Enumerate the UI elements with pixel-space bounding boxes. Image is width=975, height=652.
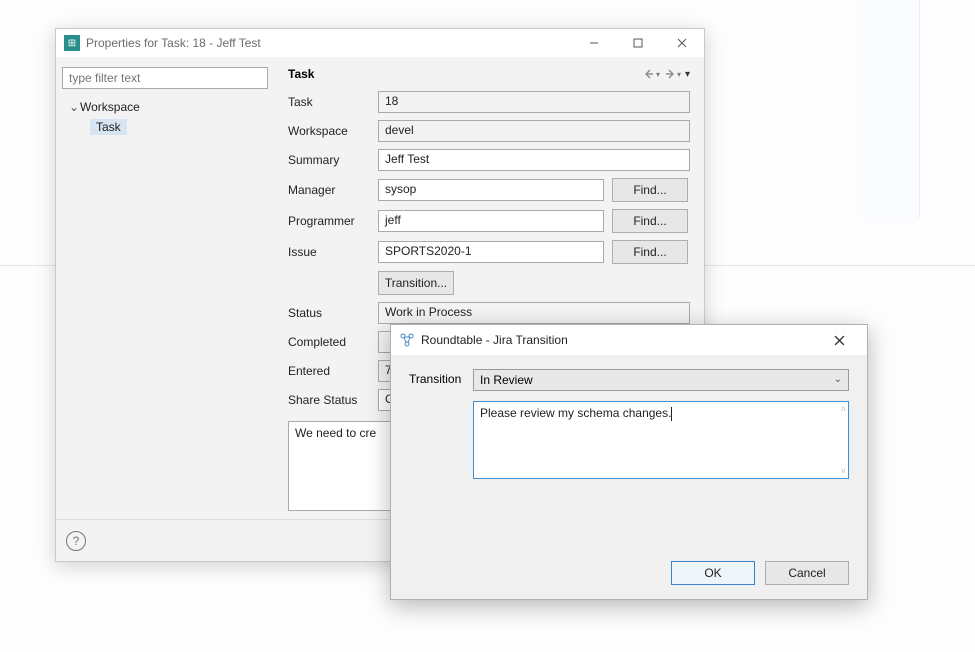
summary-field[interactable]: Jeff Test — [378, 149, 690, 171]
chevron-down-icon: ⌄ — [834, 374, 842, 385]
manager-label: Manager — [288, 183, 370, 197]
programmer-field[interactable]: jeff — [378, 210, 604, 232]
tree-item-workspace[interactable]: ⌄ Workspace — [62, 97, 268, 117]
workspace-label: Workspace — [288, 124, 370, 138]
find-manager-button[interactable]: Find... — [612, 178, 688, 202]
transition-button[interactable]: Transition... — [378, 271, 454, 295]
transition-close-button[interactable] — [819, 326, 859, 354]
tree-label: Workspace — [80, 100, 140, 114]
status-field: Work in Process — [378, 302, 690, 324]
background-panel — [860, 0, 920, 220]
sidebar: ⌄ Workspace Task — [56, 57, 274, 519]
workspace-field: devel — [378, 120, 690, 142]
transition-comment-textarea[interactable]: Please review my schema changes. ˄ ˅ — [473, 401, 849, 479]
close-button[interactable] — [660, 29, 704, 57]
scroll-up-icon[interactable]: ˄ — [841, 404, 846, 414]
menu-dropdown-icon[interactable]: ▾ — [685, 69, 690, 80]
transition-comment-value: Please review my schema changes. — [480, 406, 671, 420]
share-status-label: Share Status — [288, 393, 370, 407]
nav-tree: ⌄ Workspace Task — [62, 97, 268, 137]
scroll-down-icon[interactable]: ˅ — [841, 466, 846, 476]
issue-label: Issue — [288, 245, 370, 259]
filter-input[interactable] — [62, 67, 268, 89]
cancel-button[interactable]: Cancel — [765, 561, 849, 585]
task-field: 18 — [378, 91, 690, 113]
section-title: Task — [288, 67, 643, 81]
transition-title: Roundtable - Jira Transition — [421, 333, 819, 347]
properties-title: Properties for Task: 18 - Jeff Test — [86, 36, 572, 50]
tree-label: Task — [90, 119, 127, 135]
programmer-label: Programmer — [288, 214, 370, 228]
ok-button[interactable]: OK — [671, 561, 755, 585]
back-button[interactable]: ▾ — [643, 68, 660, 80]
summary-label: Summary — [288, 153, 370, 167]
completed-label: Completed — [288, 335, 370, 349]
transition-footer: OK Cancel — [671, 561, 849, 585]
entered-label: Entered — [288, 364, 370, 378]
chevron-down-icon: ⌄ — [68, 100, 80, 114]
window-buttons — [572, 29, 704, 57]
text-caret — [671, 407, 672, 421]
find-issue-button[interactable]: Find... — [612, 240, 688, 264]
transition-titlebar: Roundtable - Jira Transition — [391, 325, 867, 355]
properties-titlebar: ⊞ Properties for Task: 18 - Jeff Test — [56, 29, 704, 57]
task-label: Task — [288, 95, 370, 109]
nav-history: ▾ ▾ ▾ — [643, 68, 690, 80]
maximize-button[interactable] — [616, 29, 660, 57]
forward-button[interactable]: ▾ — [664, 68, 681, 80]
transition-combo[interactable]: In Review ⌄ — [473, 369, 849, 391]
app-icon: ⊞ — [64, 35, 80, 51]
transition-combo-value: In Review — [480, 373, 533, 387]
help-icon[interactable]: ? — [66, 531, 86, 551]
transition-dialog: Roundtable - Jira Transition Transition … — [390, 324, 868, 600]
manager-field[interactable]: sysop — [378, 179, 604, 201]
transition-combo-label: Transition — [409, 369, 463, 386]
jira-transition-icon — [399, 332, 415, 348]
transition-comment-label — [409, 401, 463, 404]
minimize-button[interactable] — [572, 29, 616, 57]
find-programmer-button[interactable]: Find... — [612, 209, 688, 233]
tree-item-task[interactable]: Task — [62, 117, 268, 137]
status-label: Status — [288, 306, 370, 320]
issue-field[interactable]: SPORTS2020-1 — [378, 241, 604, 263]
